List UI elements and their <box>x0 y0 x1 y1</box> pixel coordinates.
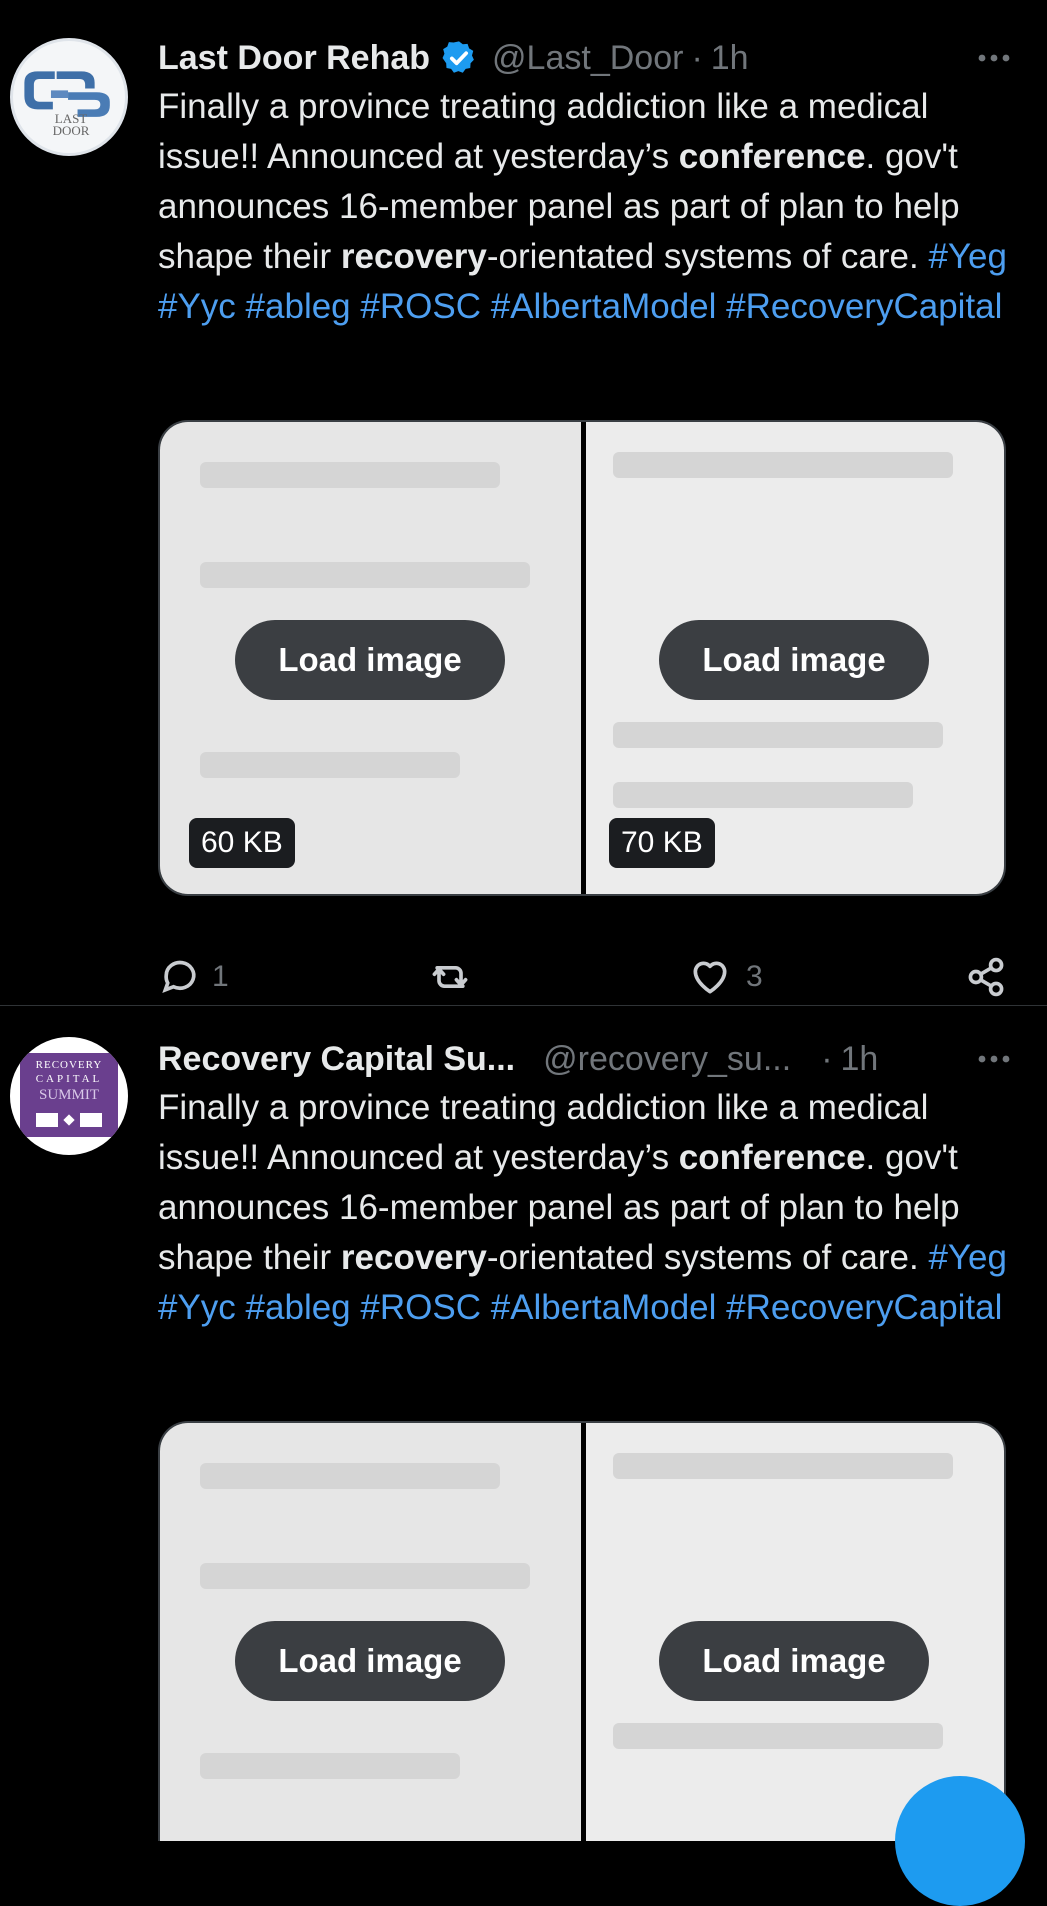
hashtag-link[interactable]: #ROSC <box>360 1288 481 1327</box>
blur-detail <box>200 562 530 588</box>
hashtag-link[interactable]: #ableg <box>246 287 351 326</box>
blur-detail <box>200 462 500 488</box>
hashtag-link[interactable]: #Yeg <box>928 237 1007 276</box>
hashtag-link[interactable]: #RecoveryCapital <box>726 1288 1002 1327</box>
media-image-left[interactable]: Load image 60 KB <box>160 422 581 894</box>
hashtag-link[interactable]: #RecoveryCapital <box>726 287 1002 326</box>
blur-detail <box>200 1463 500 1489</box>
file-size-badge: 70 KB <box>609 818 715 868</box>
file-size-badge: 60 KB <box>189 818 295 868</box>
hashtag-link[interactable]: #Yeg <box>928 1238 1007 1277</box>
separator-dot: · <box>821 1039 833 1078</box>
reply-icon <box>162 960 196 993</box>
hashtag-link[interactable]: #ROSC <box>360 287 481 326</box>
tweet-text-segment <box>481 287 491 326</box>
blur-detail <box>200 752 460 778</box>
tweet-text-segment <box>236 1288 246 1327</box>
retweet-icon <box>432 966 468 988</box>
tweet-header: Last Door Rehab @Last_Door · 1h <box>158 30 1008 86</box>
avatar-logo-line: SUMMIT <box>38 1087 99 1103</box>
blur-detail <box>613 722 943 748</box>
blur-detail <box>200 1563 530 1589</box>
tweet-text-segment: conference <box>678 137 866 176</box>
load-image-button[interactable]: Load image <box>235 1621 505 1701</box>
tweet-text-segment: -orientated systems of care. <box>486 237 929 276</box>
media-divider <box>581 1423 586 1841</box>
media-image-right[interactable]: Load image 70 KB <box>583 422 1004 894</box>
tweet-text: Finally a province treating addiction li… <box>158 82 1008 332</box>
share-button[interactable] <box>964 955 1008 999</box>
blur-detail <box>613 782 913 808</box>
more-options-icon[interactable] <box>974 38 1014 78</box>
blur-detail <box>613 1453 953 1479</box>
reply-count: 1 <box>212 960 229 993</box>
tweet-text-segment <box>351 1288 361 1327</box>
author-handle[interactable]: @recovery_su... <box>543 1040 791 1079</box>
avatar[interactable]: RECOVERY CAPITAL SUMMIT <box>10 1037 128 1155</box>
media-grid: Load image 60 KB Load image 70 KB <box>158 420 1006 896</box>
hashtag-link[interactable]: #Yyc <box>158 287 236 326</box>
tweet-divider <box>0 1005 1047 1006</box>
separator-dot: · <box>691 38 703 77</box>
avatar-logo-line: CAPITAL <box>35 1073 103 1085</box>
tweet-text-segment <box>716 287 726 326</box>
load-image-button[interactable]: Load image <box>659 1621 929 1701</box>
tweet-text: Finally a province treating addiction li… <box>158 1083 1008 1333</box>
hashtag-link[interactable]: #ableg <box>246 1288 351 1327</box>
tweet-text-segment <box>351 287 361 326</box>
hashtag-link[interactable]: #Yyc <box>158 1288 236 1327</box>
hashtag-link[interactable]: #AlbertaModel <box>491 1288 717 1327</box>
like-button[interactable]: 3 <box>688 955 763 999</box>
media-image-left[interactable]: Load image <box>160 1423 581 1841</box>
tweet-text-segment: recovery <box>340 1238 487 1277</box>
tweet-text-segment: conference <box>678 1138 866 1177</box>
verified-badge-icon <box>440 39 478 77</box>
share-icon <box>968 957 1004 997</box>
media-grid: Load image Load image <box>158 1421 1006 1841</box>
tweet-text-segment <box>716 1288 726 1327</box>
avatar[interactable]: LAST DOOR <box>10 38 128 156</box>
load-image-button[interactable]: Load image <box>235 620 505 700</box>
load-image-button[interactable]: Load image <box>659 620 929 700</box>
more-options-icon[interactable] <box>974 1039 1014 1079</box>
tweet[interactable]: LAST DOOR Last Door Rehab @Last_Door · 1… <box>0 30 1047 1005</box>
tweet[interactable]: RECOVERY CAPITAL SUMMIT Recovery Capital… <box>0 1031 1047 1841</box>
author-handle[interactable]: @Last_Door <box>492 39 683 78</box>
tweet-text-segment <box>481 1288 491 1327</box>
author-name[interactable]: Last Door Rehab <box>158 39 430 78</box>
action-bar: 1 3 <box>158 955 1008 1005</box>
tweet-header: Recovery Capital Su... @recovery_su... ·… <box>158 1031 1008 1087</box>
tweet-text-segment: -orientated systems of care. <box>486 1238 929 1277</box>
media-divider <box>581 422 586 894</box>
tweet-text-segment: recovery <box>340 237 487 276</box>
hashtag-link[interactable]: #AlbertaModel <box>491 287 717 326</box>
tweet-text-segment <box>236 287 246 326</box>
canada-flag-icon <box>36 1113 102 1127</box>
blur-detail <box>200 1753 460 1779</box>
avatar-logo-line: RECOVERY <box>35 1059 103 1071</box>
author-name[interactable]: Recovery Capital Su... <box>158 1040 515 1079</box>
blur-detail <box>613 1723 943 1749</box>
recovery-capital-summit-logo: RECOVERY CAPITAL SUMMIT <box>20 1053 118 1137</box>
heart-icon <box>693 961 727 994</box>
blur-detail <box>613 452 953 478</box>
retweet-button[interactable] <box>428 955 472 999</box>
reply-button[interactable]: 1 <box>158 955 229 999</box>
timestamp[interactable]: 1h <box>841 1040 879 1079</box>
like-count: 3 <box>746 960 763 993</box>
compose-button[interactable] <box>895 1776 1025 1906</box>
timestamp[interactable]: 1h <box>711 39 749 78</box>
avatar-logo-text: LAST DOOR <box>52 111 90 138</box>
